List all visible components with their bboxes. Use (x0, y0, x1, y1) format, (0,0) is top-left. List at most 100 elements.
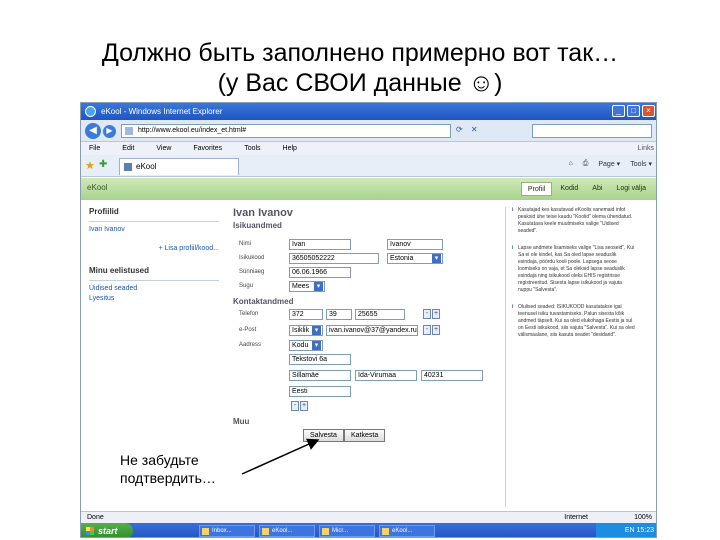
menu-bar: File Edit View Favorites Tools Help Link… (81, 142, 656, 155)
gender-row: Sugu Mees (233, 281, 495, 293)
nav-profiil[interactable]: Profiil (520, 182, 553, 196)
tab-title: eKool (136, 162, 157, 171)
last-name-field[interactable]: Ivanov (387, 239, 443, 250)
slide-title-line-1: Должно быть заполнено примерно вот так… (101, 39, 619, 67)
system-tray: EN 15:23 (596, 523, 656, 537)
remove-address-icon[interactable]: - (291, 401, 299, 411)
phone-label: Telefon (239, 311, 259, 317)
help-note-3: Olulised seaded: ISIKUKOOD kasutatakse i… (512, 304, 635, 339)
callout-line-2: подтвердить… (120, 470, 216, 486)
phone-row: Telefon 372 39 25655 - + (233, 309, 495, 321)
address-bar: ◀ ▶ http://www.ekool.eu/index_et.html# ⟳… (81, 120, 656, 142)
taskbar-item-2[interactable]: eKool... (259, 525, 315, 537)
url-text: http://www.ekool.eu/index_et.html# (138, 127, 247, 134)
start-button[interactable]: start (81, 523, 133, 537)
help-notes: Kasutajad kes kasutavad eKoolis vanemaid… (505, 207, 635, 507)
help-note-2: Lapse andmete lisamiseks valige "Lisa se… (512, 245, 635, 294)
menu-tools[interactable]: Tools (244, 142, 260, 155)
menu-file[interactable]: File (89, 142, 100, 155)
phone-area-field[interactable]: 39 (326, 309, 352, 320)
birth-label: Sünniaeg (239, 269, 265, 275)
county-field[interactable]: Ida-Virumaa (355, 370, 417, 381)
nav-logout[interactable]: Logi välja (610, 182, 652, 196)
country-select[interactable]: Estonia (387, 253, 443, 264)
profiles-header: Profiilid (89, 207, 119, 216)
window-titlebar: eKool - Windows Internet Explorer _ □ × (81, 103, 656, 120)
links-menu[interactable]: Links (638, 142, 654, 155)
add-phone-icon[interactable]: + (432, 309, 440, 319)
address-type-row: Aadress Kodu (233, 340, 495, 352)
tab-page-icon (124, 163, 132, 171)
email-type-select[interactable]: Isiklik (289, 325, 323, 336)
menu-help[interactable]: Help (283, 142, 297, 155)
taskbar-item-3[interactable]: Micr... (319, 525, 375, 537)
nav-abi[interactable]: Abi (586, 182, 608, 196)
site-brand[interactable]: eKool (87, 183, 107, 192)
address-country-field[interactable]: Eesti (289, 386, 351, 397)
print-icon[interactable]: ⎙ (583, 160, 589, 168)
street-field[interactable]: Tekstovi 6a (289, 354, 351, 365)
section-personal: Isikuandmed (233, 221, 282, 230)
help-note-1: Kasutajad kes kasutavad eKoolis vanemaid… (512, 207, 635, 235)
phone-number-field[interactable]: 25655 (355, 309, 405, 320)
back-arrow-icon[interactable]: ◀ (85, 123, 101, 139)
taskbar-item-4[interactable]: eKool... (379, 525, 435, 537)
site-nav: Profiil Kodid Abi Logi välja (520, 182, 652, 196)
id-code-field[interactable]: 36505052222 (289, 253, 379, 264)
first-name-field[interactable]: Ivan (289, 239, 351, 250)
url-input[interactable]: http://www.ekool.eu/index_et.html# (121, 124, 451, 138)
maximize-icon[interactable]: □ (627, 105, 640, 117)
city-field[interactable]: Sillamäe (289, 370, 351, 381)
add-profile-link[interactable]: + Lisa profiil/kood... (89, 245, 219, 252)
taskbar-item-1[interactable]: Inbox... (199, 525, 255, 537)
nav-kodid[interactable]: Kodid (554, 182, 584, 196)
save-button[interactable]: Salvesta (303, 429, 344, 442)
section-contact: Kontaktandmed (233, 297, 294, 306)
settings-link-2[interactable]: Lyesitus (89, 295, 219, 302)
settings-link-1[interactable]: Uidised seaded (89, 285, 219, 292)
menu-view[interactable]: View (156, 142, 171, 155)
section-other: Muu (233, 417, 250, 426)
tab-ekool[interactable]: eKool (119, 158, 239, 175)
profile-form: Ivan Ivanov Isikuandmed Nimi Ivan Ivanov… (233, 207, 495, 527)
profile-link[interactable]: Ivan Ivanov (89, 226, 219, 233)
refresh-stop-icons[interactable]: ⟳ ✕ (456, 125, 481, 134)
status-bar: Done Internet 100% (81, 511, 656, 523)
close-icon[interactable]: × (642, 105, 655, 117)
add-address-icon[interactable]: + (300, 401, 308, 411)
slide-title: Должно быть заполнено примерно вот так… … (0, 38, 720, 98)
postcode-field[interactable]: 40231 (421, 370, 483, 381)
gender-label: Sugu (239, 283, 254, 289)
site-header: eKool Profiil Kodid Abi Logi välja (81, 178, 656, 200)
zoom-level[interactable]: 100% (634, 512, 652, 523)
email-field[interactable]: ivan.ivanov@37@yandex.ru (326, 325, 418, 336)
add-favorite-icon[interactable]: ✚ (99, 159, 107, 170)
address-type-select[interactable]: Kodu (289, 340, 323, 351)
window-controls: _ □ × (612, 105, 655, 117)
remove-email-icon[interactable]: - (423, 325, 431, 335)
menu-favorites[interactable]: Favorites (193, 142, 222, 155)
phone-code-field[interactable]: 372 (289, 309, 323, 320)
tools-menu[interactable]: Tools ▾ (630, 160, 652, 168)
tab-bar: ★ ✚ eKool ⌂ ⎙ Page ▾ Tools ▾ (81, 155, 656, 177)
remove-phone-icon[interactable]: - (423, 309, 431, 319)
name-row: Nimi Ivan Ivanov (233, 239, 495, 251)
menu-edit[interactable]: Edit (122, 142, 134, 155)
add-email-icon[interactable]: + (432, 325, 440, 335)
forward-arrow-icon[interactable]: ▶ (103, 125, 116, 138)
cancel-button[interactable]: Katkesta (344, 429, 386, 442)
address-label: Aadress (239, 342, 262, 348)
search-input[interactable] (532, 124, 652, 138)
window-title: eKool - Windows Internet Explorer (101, 107, 223, 116)
favorites-star-icon[interactable]: ★ (85, 159, 95, 172)
gender-select[interactable]: Mees (289, 281, 325, 292)
page-menu[interactable]: Page ▾ (598, 160, 620, 168)
address-country-row: Eesti (233, 386, 495, 398)
minimize-icon[interactable]: _ (612, 105, 625, 117)
home-icon[interactable]: ⌂ (569, 160, 573, 168)
command-bar: ⌂ ⎙ Page ▾ Tools ▾ (569, 160, 652, 168)
street-row: Tekstovi 6a (233, 354, 495, 366)
email-label: e-Post (239, 327, 257, 333)
birth-row: Sünniaeg 06.06.1966 (233, 267, 495, 279)
birth-date-field[interactable]: 06.06.1966 (289, 267, 351, 278)
